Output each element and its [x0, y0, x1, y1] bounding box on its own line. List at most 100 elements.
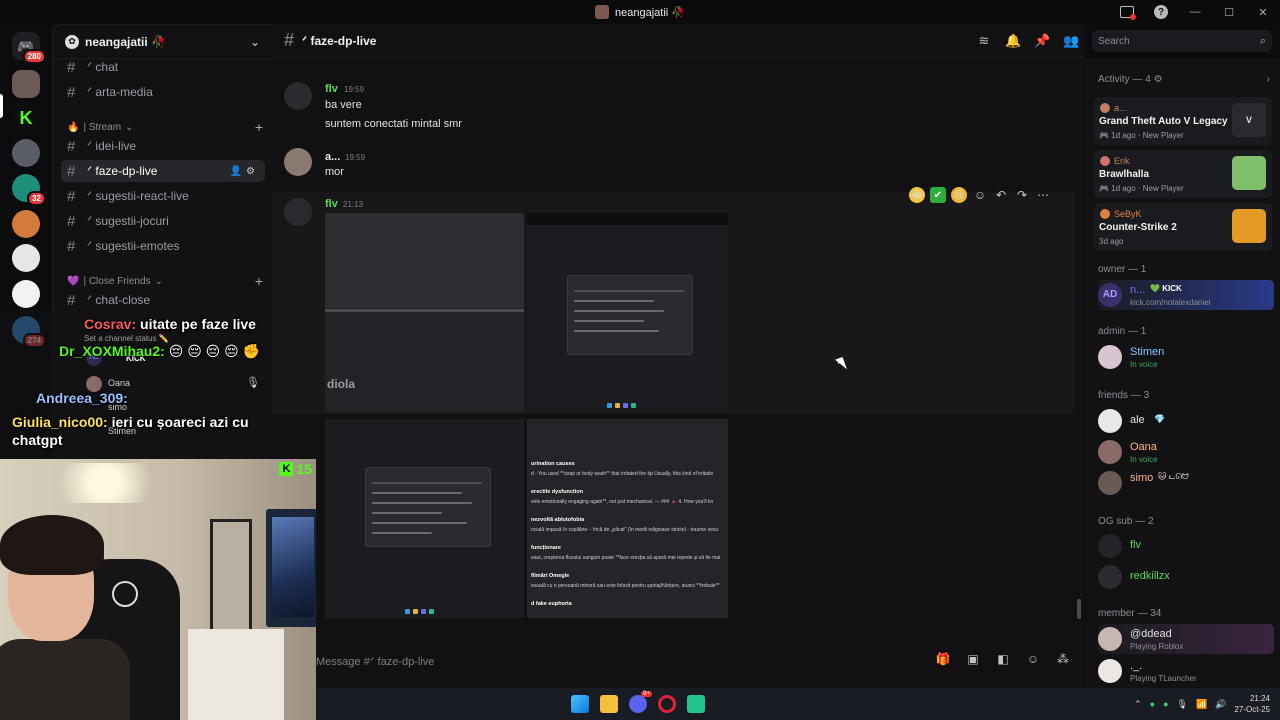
- tray-app-icon[interactable]: ●: [1163, 699, 1168, 709]
- member-row[interactable]: AD n... 💚 KICK kick.com/notalexdaniel: [1098, 280, 1274, 310]
- activity-card[interactable]: SeByK Counter-Strike 2 3d ago: [1094, 203, 1272, 251]
- volume-icon[interactable]: 🔊: [1215, 699, 1226, 710]
- member-row[interactable]: flv: [1098, 531, 1274, 561]
- more-icon[interactable]: ⋯: [1035, 187, 1051, 203]
- pin-icon[interactable]: 📌: [1034, 33, 1050, 49]
- server-icon-7[interactable]: [12, 280, 40, 308]
- message-author[interactable]: a...: [325, 151, 340, 163]
- add-channel-icon[interactable]: +: [255, 273, 263, 289]
- chat-text: 😔 😔 😔 😔 ✊: [168, 343, 261, 359]
- maximize-button[interactable]: ☐: [1212, 0, 1246, 24]
- file-explorer-icon[interactable]: [600, 695, 618, 713]
- avatar[interactable]: [284, 148, 312, 176]
- message-timestamp: 19:59: [345, 153, 366, 162]
- threads-icon[interactable]: ≋: [976, 33, 992, 49]
- minimize-button[interactable]: —: [1178, 0, 1212, 24]
- message-input-placeholder: Message #ᐟ faze-dp-live: [316, 655, 435, 668]
- member-row[interactable]: Oana In voice: [1098, 437, 1274, 467]
- activity-header[interactable]: Activity — 4 ⚙ ›: [1098, 74, 1270, 85]
- member-row[interactable]: @ddead Playing Roblox: [1098, 624, 1274, 654]
- forward-icon[interactable]: ↷: [1014, 187, 1030, 203]
- image-attachment[interactable]: urination causes d - You used **soap or …: [527, 419, 728, 618]
- microphone-icon[interactable]: 🎙: [1177, 699, 1188, 710]
- tray-app-icon[interactable]: ●: [1150, 699, 1155, 709]
- home-button[interactable]: 🎮 280: [12, 32, 46, 64]
- channel-chat-close[interactable]: # ᐟ chat-close: [61, 289, 265, 311]
- close-button[interactable]: ✕: [1246, 0, 1280, 24]
- hash-icon: #: [67, 83, 76, 101]
- image-line: [372, 522, 467, 524]
- add-reaction-icon[interactable]: ☺: [972, 187, 988, 203]
- member-row[interactable]: redkillzx: [1098, 562, 1274, 592]
- gif-icon[interactable]: ▣: [965, 652, 981, 666]
- server-header[interactable]: ✿ neangajatii 🥀 ⌄: [53, 25, 272, 59]
- apps-icon[interactable]: ⁂: [1055, 652, 1071, 666]
- opera-icon[interactable]: [658, 695, 676, 713]
- chevron-right-icon[interactable]: ›: [1267, 74, 1270, 85]
- voice-user-name[interactable]: Oana: [108, 378, 130, 388]
- channel-sugestii-emotes[interactable]: # ᐟ sugestii-emotes: [61, 235, 265, 257]
- mute-icon[interactable]: 🎙: [246, 376, 260, 389]
- channel-settings-icon[interactable]: 👤⚙: [230, 166, 259, 177]
- clock[interactable]: 21:24 27-Oct-25: [1234, 693, 1270, 715]
- chevron-up-icon[interactable]: ⌃: [1134, 699, 1142, 710]
- avatar[interactable]: [284, 198, 312, 226]
- bell-icon[interactable]: 🔔: [1005, 33, 1021, 49]
- member-row[interactable]: simo 🐱 ᓚᘏᗢ: [1098, 468, 1274, 498]
- image-attachment[interactable]: [527, 213, 728, 412]
- message-author[interactable]: flv: [325, 83, 338, 95]
- wifi-icon[interactable]: 📶: [1196, 699, 1207, 710]
- image-attachment[interactable]: [325, 419, 524, 618]
- chat-area: # ᐟ faze-dp-live ≋ 🔔 📌 👥 flv 19:59 ba ve…: [272, 24, 1085, 720]
- sticker-icon[interactable]: ◧: [995, 652, 1011, 666]
- server-icon-neangajatii[interactable]: [12, 70, 40, 98]
- add-channel-icon[interactable]: +: [255, 119, 263, 135]
- windows-start-icon[interactable]: [571, 695, 589, 713]
- member-list-icon[interactable]: 👥: [1063, 33, 1079, 49]
- category-close-friends[interactable]: 💜 | Close Friends ⌄ +: [67, 273, 263, 289]
- activity-card[interactable]: a... Grand Theft Auto V Legacy 🎮 1d ago …: [1094, 97, 1272, 145]
- member-row[interactable]: ._. Playing TLauncher: [1098, 656, 1274, 686]
- home-badge: 280: [22, 49, 46, 64]
- image-region: [325, 213, 524, 308]
- activity-time: 1d ago: [1111, 184, 1136, 193]
- avatar[interactable]: [284, 82, 312, 110]
- inbox-icon[interactable]: [1120, 6, 1136, 20]
- check-emoji-reaction[interactable]: ✔: [930, 187, 946, 203]
- server-icon-6[interactable]: [12, 244, 40, 272]
- member-row[interactable]: ale 💎: [1098, 406, 1274, 436]
- channel-chat[interactable]: # ᐟ chat: [61, 56, 265, 78]
- role-header: OG sub — 2: [1098, 516, 1154, 527]
- member-status: In voice: [1130, 455, 1158, 464]
- composer-toolbar: 🎁 ▣ ◧ ☺ ⁂: [935, 652, 1071, 666]
- chat-scrollbar[interactable]: [1077, 599, 1081, 619]
- channel-faze-dp-live[interactable]: # ᐟ faze-dp-live 👤⚙: [61, 160, 265, 182]
- channel-arta-media[interactable]: # ᐟ arta-media: [61, 81, 265, 103]
- activity-card[interactable]: Erik Brawlhalla 🎮 1d ago · New Player: [1094, 150, 1272, 198]
- laughing-emoji-reaction[interactable]: 😂: [909, 187, 925, 203]
- gear-icon[interactable]: ⚙: [1154, 74, 1163, 85]
- gift-icon[interactable]: 🎁: [935, 652, 951, 666]
- server-icon-4[interactable]: 32: [12, 174, 46, 206]
- help-icon[interactable]: ?: [1154, 5, 1168, 19]
- server-icon-3[interactable]: [12, 139, 40, 167]
- avatar: [1098, 409, 1122, 433]
- channel-label: ᐟ sugestii-jocuri: [87, 214, 169, 228]
- member-row[interactable]: Stimen In voice: [1098, 342, 1274, 372]
- app-icon[interactable]: [687, 695, 705, 713]
- category-stream[interactable]: 🔥 | Stream ⌄ +: [67, 119, 263, 135]
- channel-sugestii-jocuri[interactable]: # ᐟ sugestii-jocuri: [61, 210, 265, 232]
- server-icon-5[interactable]: [12, 210, 40, 238]
- channel-sugestii-react-live[interactable]: # ᐟ sugestii-react-live: [61, 185, 265, 207]
- image-attachment[interactable]: diola: [325, 213, 524, 412]
- server-icon-kick[interactable]: K: [12, 104, 40, 132]
- message-author[interactable]: flv: [325, 198, 338, 210]
- sad-emoji-reaction[interactable]: 😢: [951, 187, 967, 203]
- discord-taskbar-icon[interactable]: 9+: [629, 691, 652, 713]
- reply-icon[interactable]: ↶: [993, 187, 1009, 203]
- emoji-icon[interactable]: ☺: [1025, 652, 1041, 666]
- discord-badge: 9+: [641, 691, 652, 697]
- voice-status-hint[interactable]: Set a channel status ✏️: [84, 334, 169, 343]
- channel-idei-live[interactable]: # ᐟ idei-live: [61, 135, 265, 157]
- search-input[interactable]: Search ⌕: [1092, 30, 1272, 52]
